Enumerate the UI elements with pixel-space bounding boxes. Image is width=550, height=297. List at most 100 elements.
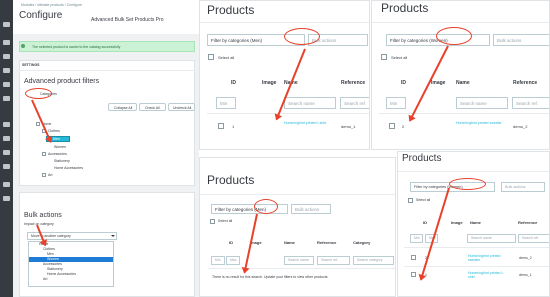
row-checkbox[interactable]	[389, 123, 395, 129]
row-reference: demo_2	[513, 124, 528, 129]
col-reference[interactable]: Reference	[518, 220, 537, 225]
page-subtitle: Advanced Bulk Set Products Pro	[91, 17, 164, 23]
name-search-input[interactable]: Search name	[456, 97, 508, 109]
products-panel-men-before: Products Filter by categories (Men) Bulk…	[199, 0, 370, 150]
dropdown-option-art[interactable]: Art	[43, 277, 47, 281]
bulk-label: Impact on category	[24, 222, 54, 226]
messages-icon[interactable]	[3, 82, 10, 87]
bulk-actions-select[interactable]: Bulk actions	[493, 34, 549, 46]
highlight-ring	[284, 28, 320, 45]
name-search-input[interactable]: Search name	[467, 234, 516, 243]
select-all-checkbox[interactable]	[208, 54, 214, 60]
row-name[interactable]: Hummingbird printed sweater	[456, 121, 506, 125]
collapse-all-button[interactable]: Collapse All	[108, 103, 137, 111]
stats-icon[interactable]	[3, 96, 10, 101]
row-checkbox[interactable]	[218, 123, 224, 129]
id-min-input[interactable]: Min	[216, 97, 236, 109]
highlight-ring	[254, 199, 278, 214]
page-title: Configure	[19, 10, 63, 21]
uncheck-all-button[interactable]: Uncheck All	[168, 103, 195, 111]
orders-icon[interactable]	[3, 40, 10, 45]
design-icon[interactable]	[3, 136, 10, 141]
dashboard-icon[interactable]	[3, 22, 10, 27]
panel-title: Products	[207, 173, 255, 187]
col-name[interactable]: Name	[470, 220, 481, 225]
dropdown-option-home-accessories[interactable]: Home Accessories	[47, 272, 76, 276]
highlight-ring	[25, 88, 52, 99]
highlight-ring	[449, 178, 486, 190]
col-name[interactable]: Name	[456, 80, 470, 86]
ref-search-input[interactable]: Search ref.	[340, 97, 369, 109]
category-search-input[interactable]: Search category	[353, 256, 394, 265]
settings-tab[interactable]: SETTINGS	[22, 63, 40, 67]
col-image: Image	[451, 220, 463, 225]
catalog-icon[interactable]	[3, 54, 10, 59]
id-min-input[interactable]: Min	[386, 97, 406, 109]
col-id[interactable]: ID	[229, 240, 233, 245]
select-all-checkbox[interactable]	[210, 219, 215, 224]
settings-icon[interactable]	[3, 182, 10, 187]
col-id[interactable]: ID	[401, 80, 406, 86]
row-name[interactable]: Hummingbird printed t-shirt	[468, 271, 510, 279]
check-all-button[interactable]: Check All	[139, 103, 166, 111]
bulk-title: Bulk actions	[24, 212, 62, 219]
tree-item-women[interactable]: Women	[54, 145, 66, 149]
advanced-icon[interactable]	[3, 196, 10, 201]
filters-title: Advanced product filters	[24, 78, 100, 85]
payment-icon[interactable]	[3, 164, 10, 169]
panel-title: Products	[207, 3, 255, 17]
tree-item-home-accessories[interactable]: Home Accessories	[54, 166, 83, 170]
dropdown-option-clothes[interactable]: Clothes	[43, 247, 55, 251]
col-reference[interactable]: Reference	[317, 240, 336, 245]
dropdown-option-men[interactable]: Men	[47, 252, 54, 256]
modules-icon[interactable]	[3, 122, 10, 127]
id-min-input[interactable]: Min	[211, 256, 225, 265]
select-all-label: Select all	[218, 219, 233, 223]
name-search-input[interactable]: Search name	[284, 97, 336, 109]
ref-search-input[interactable]: Search ref.	[317, 256, 350, 265]
row-name[interactable]: Hummingbird printed t-shirt	[284, 121, 334, 125]
tree-item-clothes[interactable]: Clothes	[48, 129, 60, 133]
customers-icon[interactable]	[3, 68, 10, 73]
dropdown-option-accessories[interactable]: Accessories	[43, 262, 62, 266]
highlight-ring	[436, 27, 472, 45]
panel-title: Products	[402, 153, 442, 164]
category-dropdown[interactable]: Home Clothes Men Women Accessories Stati…	[28, 241, 114, 287]
col-category[interactable]: Category	[353, 240, 370, 245]
row-checkbox[interactable]	[411, 272, 416, 277]
category-tree: Home Clothes Men Women Accessories Stati…	[36, 115, 128, 187]
row-reference: demo_2	[519, 256, 532, 260]
id-min-input[interactable]: Min	[410, 234, 423, 243]
id-max-input[interactable]: Max	[226, 256, 240, 265]
dropdown-option-women[interactable]: Women	[47, 257, 59, 261]
dropdown-option-stationery[interactable]: Stationery	[47, 267, 63, 271]
col-reference[interactable]: Reference	[513, 80, 537, 86]
col-reference[interactable]: Reference	[341, 80, 365, 86]
col-id[interactable]: ID	[423, 220, 427, 225]
tree-item-art[interactable]: Art	[48, 173, 52, 177]
admin-sidebar	[0, 0, 13, 297]
row-name[interactable]: Hummingbird printed sweater	[468, 254, 510, 262]
shipping-icon[interactable]	[3, 150, 10, 155]
check-circle-icon	[21, 44, 25, 48]
row-id: 2	[402, 124, 405, 129]
configure-page: Modules / ultimate products / Configure …	[13, 0, 199, 297]
select-all-checkbox[interactable]	[408, 198, 413, 203]
row-checkbox[interactable]	[411, 255, 416, 260]
ref-search-input[interactable]: Search ref.	[512, 97, 549, 109]
ref-search-input[interactable]: Search ref.	[518, 234, 549, 243]
panel-title: Products	[381, 1, 429, 15]
bulk-actions-select[interactable]: Bulk actions	[291, 204, 331, 214]
name-search-input[interactable]: Search name	[284, 256, 314, 265]
tree-item-accessories[interactable]: Accessories	[48, 152, 67, 156]
select-all-label: Select all	[218, 55, 235, 60]
tree-item-stationery[interactable]: Stationery	[54, 159, 70, 163]
row-reference: demo_1	[341, 124, 356, 129]
bulk-actions-select[interactable]: Bulk actions	[501, 182, 545, 192]
col-id[interactable]: ID	[231, 80, 236, 86]
col-name[interactable]: Name	[284, 240, 295, 245]
breadcrumb: Modules / ultimate products / Configure	[21, 3, 82, 7]
select-all-label: Select all	[391, 55, 408, 60]
select-all-checkbox[interactable]	[381, 54, 387, 60]
select-all-label: Select all	[416, 198, 431, 202]
